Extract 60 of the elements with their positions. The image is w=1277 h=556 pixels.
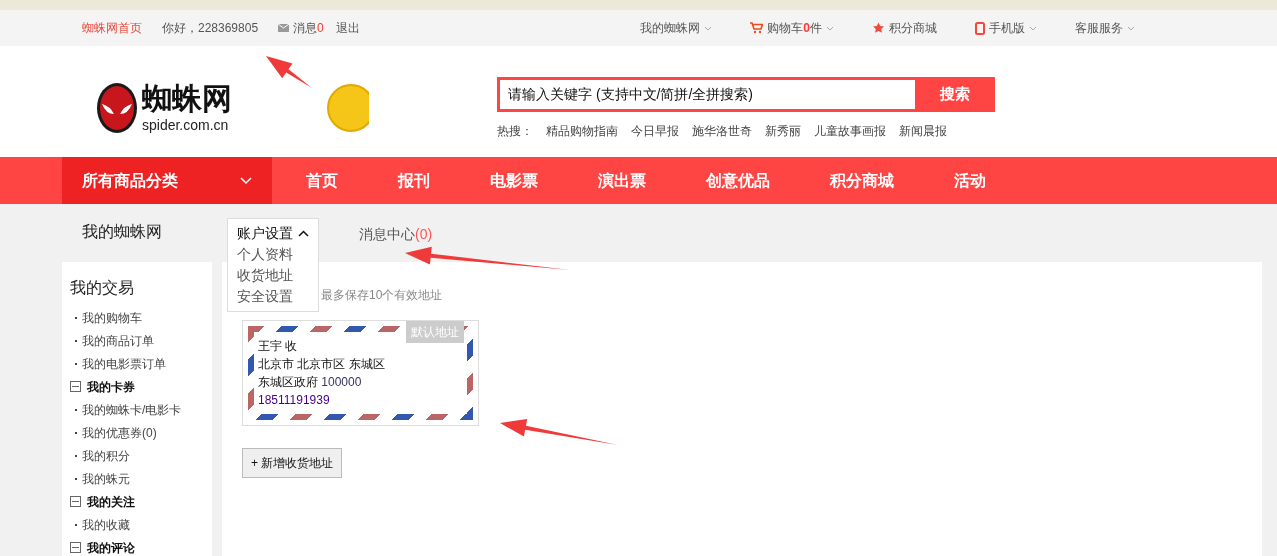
hot-search-link[interactable]: 今日早报	[631, 122, 679, 140]
home-link[interactable]: 蜘蛛网首页	[82, 19, 142, 37]
sidebar-link[interactable]: 我的电影票订单	[82, 354, 166, 373]
chevron-down-icon	[1029, 25, 1037, 31]
chevron-down-icon	[826, 25, 834, 31]
sidebar-group-label: 我的评论	[87, 539, 135, 556]
sidebar-link[interactable]: 我的蜘蛛卡/电影卡	[82, 400, 182, 419]
chevron-down-icon	[704, 25, 713, 31]
top-link[interactable]: 手机版	[975, 19, 1037, 37]
address-limit-note: 最多保存10个有效地址	[321, 287, 444, 302]
cart-icon	[750, 22, 764, 34]
collapse-icon[interactable]	[70, 542, 81, 553]
star-icon	[872, 22, 885, 34]
collapse-icon[interactable]	[70, 496, 81, 507]
category-menu-button[interactable]: 所有商品分类	[62, 157, 272, 204]
settings-menu-button[interactable]: 账户设置	[237, 223, 309, 244]
logout-link[interactable]: 退出	[335, 19, 360, 37]
logo-domain: spider.com.cn	[142, 118, 230, 132]
logo-text: 蜘蛛网	[142, 84, 232, 114]
sidebar-link[interactable]: 我的优惠券(0)	[82, 423, 157, 442]
hot-search-link[interactable]: 新闻晨报	[899, 122, 947, 140]
address-line: 北京市 北京市区 东城区	[258, 356, 386, 373]
spider-mask-icon	[96, 82, 138, 134]
phone-number: 18511191939	[258, 392, 331, 409]
search-field[interactable]: 请输入关键字 (支持中文/简拼/全拼搜索)	[497, 77, 915, 112]
greeting-text: 你好，228369805	[162, 20, 259, 37]
address-line: 东城区政府 100000	[258, 374, 363, 391]
top-link[interactable]: 积分商城	[872, 19, 937, 37]
messages-link[interactable]: 消息0	[278, 19, 324, 37]
top-link[interactable]: 购物车0件	[750, 19, 834, 37]
recipient-name: 王宇 收	[258, 338, 299, 355]
top-link[interactable]: 客服服务	[1075, 19, 1135, 37]
phone-icon	[975, 21, 985, 35]
hot-search-label: 热搜：	[497, 123, 533, 140]
sidebar-group-label: 我的卡券	[87, 378, 135, 396]
collapse-icon[interactable]	[70, 381, 81, 392]
sidebar-link[interactable]: 我的积分	[82, 446, 130, 465]
message-center-link[interactable]: 消息中心(0)	[359, 224, 433, 245]
sidebar-link[interactable]: 我的蛛元	[82, 469, 130, 488]
account-title: 我的蜘蛛网	[82, 222, 163, 242]
logo[interactable]: 蜘蛛网 spider.com.cn	[96, 82, 232, 134]
hot-search-link[interactable]: 儿童故事画报	[814, 122, 886, 140]
chevron-up-icon	[298, 230, 309, 237]
sidebar-link[interactable]: 我的商品订单	[82, 331, 154, 350]
hot-search-link[interactable]: 精品购物指南	[546, 122, 618, 140]
settings-menu-item[interactable]: 安全设置	[237, 286, 309, 307]
chevron-down-icon	[1127, 25, 1135, 31]
sidebar-link[interactable]: 我的收藏	[82, 515, 130, 534]
add-address-button[interactable]: + 新增收货地址	[242, 448, 343, 478]
sidebar-group-label: 我的关注	[87, 493, 135, 511]
envelope-icon	[278, 24, 290, 32]
chevron-down-icon	[240, 176, 252, 185]
sidebar-title: 我的交易	[70, 278, 135, 298]
settings-menu-item[interactable]: 收货地址	[237, 265, 309, 286]
coin-drawing	[327, 84, 369, 134]
hot-search-link[interactable]: 新秀丽	[765, 122, 801, 140]
top-link[interactable]: 我的蜘蛛网	[640, 19, 713, 37]
sidebar-link[interactable]: 我的购物车	[82, 308, 142, 327]
hot-search-link[interactable]: 施华洛世奇	[692, 122, 752, 140]
settings-menu-item[interactable]: 个人资料	[237, 244, 309, 265]
